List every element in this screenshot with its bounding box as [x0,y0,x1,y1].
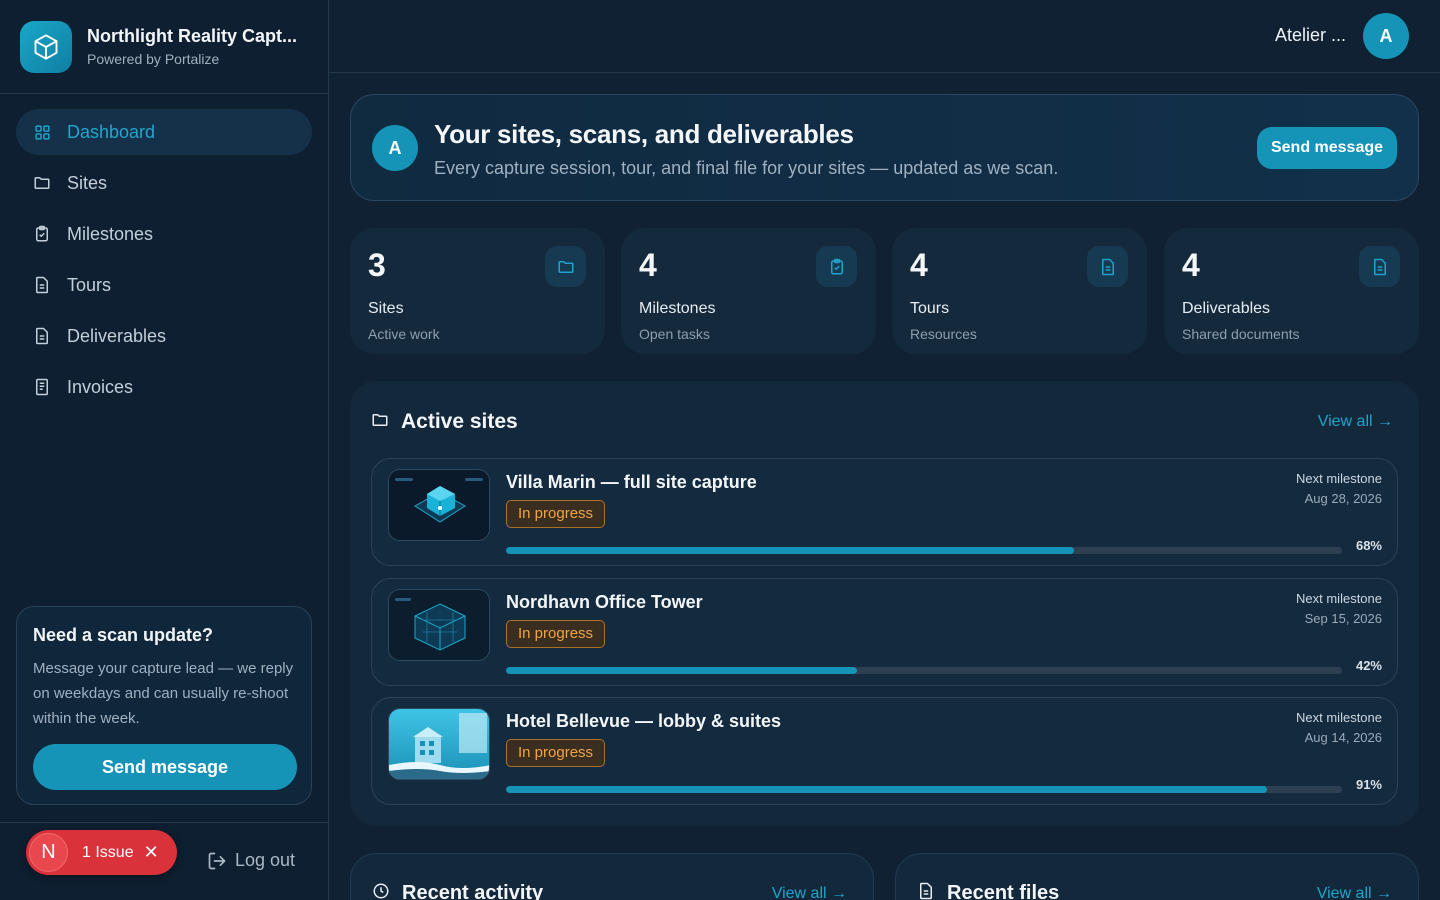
section-title: Active sites [401,410,518,433]
milestone-label: Next milestone [1296,710,1382,725]
progress-fill [506,547,1075,554]
avatar[interactable]: A [1363,13,1409,59]
stat-card-milestones[interactable]: 4 Milestones Open tasks [621,228,876,354]
site-thumbnail [388,469,490,541]
progress-fill [506,667,858,674]
sidebar: Northlight Reality Capt... Powered by Po… [0,0,329,900]
logout-button[interactable]: Log out [207,850,295,871]
sidebar-item-label: Milestones [67,223,154,244]
sidebar-item-invoices[interactable]: Invoices [16,364,312,410]
progress-bar [506,547,1342,554]
progress-percent: 91% [1355,777,1382,792]
send-message-button[interactable]: Send message [33,744,297,790]
view-all-link[interactable]: View all → [772,885,847,900]
clock-icon [372,882,390,900]
avatar: A [372,125,418,171]
progress-fill [506,786,1267,793]
brand-header: Northlight Reality Capt... Powered by Po… [0,0,328,94]
active-sites-panel: Active sites View all → Villa Marin — fu… [350,381,1419,826]
progress-percent: 42% [1355,658,1382,673]
sidebar-item-milestones[interactable]: Milestones [16,211,312,257]
document-icon [32,275,52,295]
stat-sublabel: Active work [368,326,440,342]
status-badge: In progress [506,500,606,528]
page-title: Your sites, scans, and deliverables [434,119,854,149]
dashboard-icon [32,122,52,142]
stat-label: Sites [368,300,404,317]
clipboard-check-icon [816,246,857,287]
folder-icon [545,246,586,287]
site-name: Hotel Bellevue — lobby & suites [506,711,782,731]
sidebar-item-label: Invoices [67,376,134,397]
stat-sublabel: Open tasks [639,326,710,342]
milestone-date: Sep 15, 2026 [1304,611,1382,626]
document-icon [32,326,52,346]
receipt-icon [32,377,52,397]
status-badge: In progress [506,739,606,767]
stat-label: Deliverables [1182,300,1271,317]
view-all-link[interactable]: View all → [1318,413,1393,431]
milestone-label: Next milestone [1296,471,1382,486]
stat-sublabel: Resources [910,326,977,342]
sidebar-item-label: Dashboard [67,121,156,142]
document-icon [1359,246,1400,287]
document-icon [917,882,935,900]
scan-update-card: Need a scan update? Message your capture… [16,606,312,805]
issue-badge[interactable]: N 1 Issue ✕ [26,830,177,875]
help-title: Need a scan update? [33,625,214,645]
milestone-label: Next milestone [1296,591,1382,606]
sidebar-item-dashboard[interactable]: Dashboard [16,109,312,155]
issue-label: 1 Issue [82,843,134,861]
sidebar-item-tours[interactable]: Tours [16,262,312,308]
top-bar: Atelier ... A [329,0,1440,73]
brand-subtitle: Powered by Portalize [87,51,220,67]
site-name: Villa Marin — full site capture [506,472,757,492]
recent-activity-panel: Recent activity View all → [350,853,874,900]
site-card[interactable]: Hotel Bellevue — lobby & suites In progr… [371,697,1398,805]
user-name[interactable]: Atelier ... [1275,25,1346,46]
sidebar-item-deliverables[interactable]: Deliverables [16,313,312,359]
cube-logo-icon [20,20,72,73]
status-badge: In progress [506,620,606,648]
view-all-link[interactable]: View all → [1317,885,1392,900]
folder-icon [371,411,389,434]
page-subtitle: Every capture session, tour, and final f… [434,158,1059,178]
issue-avatar: N [29,833,68,872]
milestone-date: Aug 28, 2026 [1304,491,1382,506]
stat-label: Tours [910,300,950,317]
site-thumbnail [388,708,490,780]
stat-card-sites[interactable]: 3 Sites Active work [350,228,605,354]
sidebar-item-label: Deliverables [67,325,167,346]
progress-bar [506,786,1342,793]
site-thumbnail [388,589,490,661]
stat-sublabel: Shared documents [1182,326,1300,342]
close-icon[interactable]: ✕ [144,842,159,863]
section-title: Recent files [947,882,1060,900]
logout-label: Log out [235,850,296,870]
progress-percent: 68% [1355,538,1382,553]
sidebar-item-label: Sites [67,172,108,193]
help-text: Message your capture lead — we reply on … [33,660,294,727]
sidebar-nav: Dashboard Sites Milestones Tours Deliver… [0,94,328,410]
stat-label: Milestones [639,300,716,317]
sidebar-item-sites[interactable]: Sites [16,160,312,206]
welcome-banner: A Your sites, scans, and deliverables Ev… [350,94,1419,201]
progress-bar [506,667,1342,674]
site-name: Nordhavn Office Tower [506,592,703,612]
section-title: Recent activity [402,882,544,900]
document-icon [1087,246,1128,287]
send-message-button[interactable]: Send message [1257,127,1397,169]
stat-card-tours[interactable]: 4 Tours Resources [892,228,1147,354]
milestone-date: Aug 14, 2026 [1304,730,1382,745]
recent-files-panel: Recent files View all → [895,853,1419,900]
site-card[interactable]: Nordhavn Office Tower In progress Next m… [371,578,1398,686]
site-card[interactable]: Villa Marin — full site capture In progr… [371,458,1398,566]
logout-icon [207,851,227,871]
sidebar-footer: N 1 Issue ✕ Log out [0,822,328,900]
brand-title: Northlight Reality Capt... [87,26,298,46]
stat-card-deliverables[interactable]: 4 Deliverables Shared documents [1164,228,1419,354]
folder-icon [32,173,52,193]
sidebar-item-label: Tours [67,274,112,295]
clipboard-check-icon [32,224,52,244]
